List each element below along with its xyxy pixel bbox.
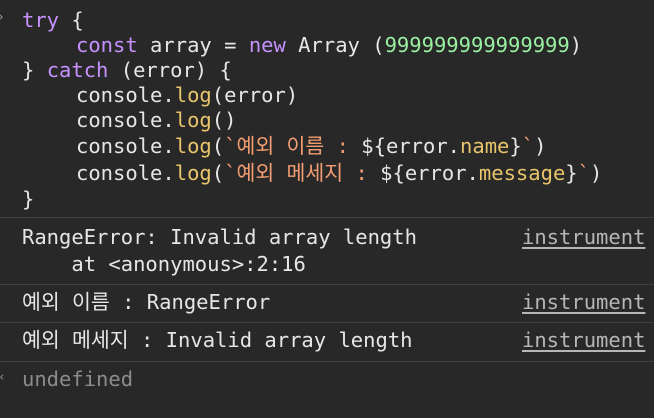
source-link[interactable]: instrument [522,225,645,250]
divider [0,361,654,362]
error-text: RangeError: Invalid array length [22,225,417,249]
keyword-try: try [22,8,60,32]
result-value: undefined [22,367,134,391]
source-link[interactable]: instrument [522,328,645,353]
code-line-5: console.log() [76,108,237,132]
devtools-console: › try { const array = new Array (9999999… [0,0,654,418]
code-line-6: console.log(`예외 이름 : ${error.name}`) [76,134,547,158]
code-line-4: console.log(error) [76,83,299,107]
error-stack: at <anonymous>:2:16 [22,252,306,276]
divider [0,322,654,323]
source-link[interactable]: instrument [522,290,645,315]
number-literal: 999999999999999 [384,33,570,57]
console-input-entry[interactable]: › try { const array = new Array (9999999… [0,0,654,215]
chevron-left-icon: ‹ [0,371,6,384]
divider [0,217,654,218]
log-text: 예외 이름 : RangeError [22,290,271,314]
chevron-right-icon: › [0,11,7,24]
code-line-8: } [22,187,35,211]
code-line-3: } catch (error) { [22,58,232,82]
divider [0,284,654,285]
log-text: 예외 메세지 : Invalid array length [22,328,413,352]
code-line-7: console.log(`예외 메세지 : ${error.message}`) [76,161,603,185]
code-line-1: try { [22,8,84,32]
code-line-2: const array = new Array (999999999999999… [76,33,583,57]
